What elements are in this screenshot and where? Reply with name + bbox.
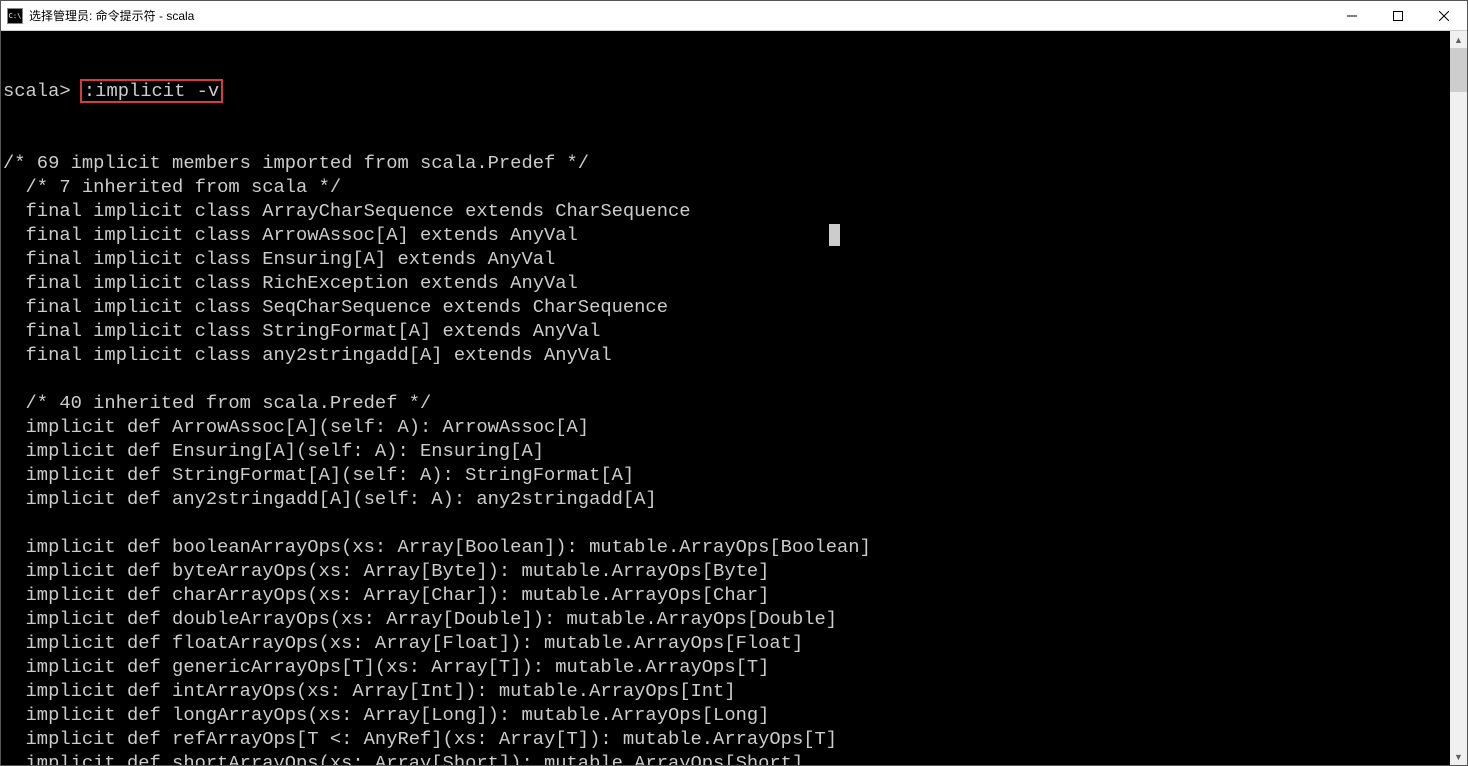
terminal-line: implicit def Ensuring[A](self: A): Ensur… [3, 439, 1448, 463]
scroll-down-icon[interactable]: ▼ [1450, 748, 1467, 765]
terminal-line: /* 7 inherited from scala */ [3, 175, 1448, 199]
scroll-thumb[interactable] [1450, 48, 1467, 92]
vertical-scrollbar[interactable]: ▲ ▼ [1450, 31, 1467, 765]
terminal-line: /* 69 implicit members imported from sca… [3, 151, 1448, 175]
command-highlight: :implicit -v [80, 79, 223, 103]
prompt-line: scala> :implicit -v [3, 79, 1448, 103]
terminal-line: final implicit class ArrayCharSequence e… [3, 199, 1448, 223]
terminal-line: implicit def longArrayOps(xs: Array[Long… [3, 703, 1448, 727]
title-left: C:\ 选择管理员: 命令提示符 - scala [1, 7, 194, 24]
terminal-output: /* 69 implicit members imported from sca… [3, 151, 1448, 765]
terminal-line [3, 511, 1448, 535]
terminal-line: implicit def shortArrayOps(xs: Array[Sho… [3, 751, 1448, 765]
terminal-line [3, 367, 1448, 391]
terminal[interactable]: scala> :implicit -v /* 69 implicit membe… [1, 31, 1450, 765]
terminal-line: implicit def floatArrayOps(xs: Array[Flo… [3, 631, 1448, 655]
terminal-line: final implicit class ArrowAssoc[A] exten… [3, 223, 1448, 247]
client-area: scala> :implicit -v /* 69 implicit membe… [1, 31, 1467, 765]
terminal-line: implicit def doubleArrayOps(xs: Array[Do… [3, 607, 1448, 631]
terminal-line: implicit def charArrayOps(xs: Array[Char… [3, 583, 1448, 607]
terminal-line: final implicit class RichException exten… [3, 271, 1448, 295]
terminal-line: implicit def intArrayOps(xs: Array[Int])… [3, 679, 1448, 703]
repl-prompt: scala> [3, 79, 82, 103]
terminal-line: implicit def ArrowAssoc[A](self: A): Arr… [3, 415, 1448, 439]
terminal-line: final implicit class any2stringadd[A] ex… [3, 343, 1448, 367]
cmd-icon: C:\ [7, 8, 23, 24]
terminal-line: implicit def byteArrayOps(xs: Array[Byte… [3, 559, 1448, 583]
terminal-line: implicit def booleanArrayOps(xs: Array[B… [3, 535, 1448, 559]
scroll-up-icon[interactable]: ▲ [1450, 31, 1467, 48]
scroll-track[interactable] [1450, 48, 1467, 748]
window-title: 选择管理员: 命令提示符 - scala [29, 7, 194, 24]
terminal-line: /* 40 inherited from scala.Predef */ [3, 391, 1448, 415]
terminal-line: implicit def StringFormat[A](self: A): S… [3, 463, 1448, 487]
minimize-button[interactable] [1329, 1, 1375, 31]
maximize-button[interactable] [1375, 1, 1421, 31]
terminal-line: final implicit class Ensuring[A] extends… [3, 247, 1448, 271]
terminal-line: final implicit class StringFormat[A] ext… [3, 319, 1448, 343]
close-button[interactable] [1421, 1, 1467, 31]
terminal-line: final implicit class SeqCharSequence ext… [3, 295, 1448, 319]
terminal-line: implicit def any2stringadd[A](self: A): … [3, 487, 1448, 511]
text-cursor [829, 224, 840, 246]
titlebar[interactable]: C:\ 选择管理员: 命令提示符 - scala [1, 1, 1467, 31]
window-frame: C:\ 选择管理员: 命令提示符 - scala scala> :implici… [0, 0, 1468, 766]
terminal-line: implicit def refArrayOps[T <: AnyRef](xs… [3, 727, 1448, 751]
terminal-line: implicit def genericArrayOps[T](xs: Arra… [3, 655, 1448, 679]
